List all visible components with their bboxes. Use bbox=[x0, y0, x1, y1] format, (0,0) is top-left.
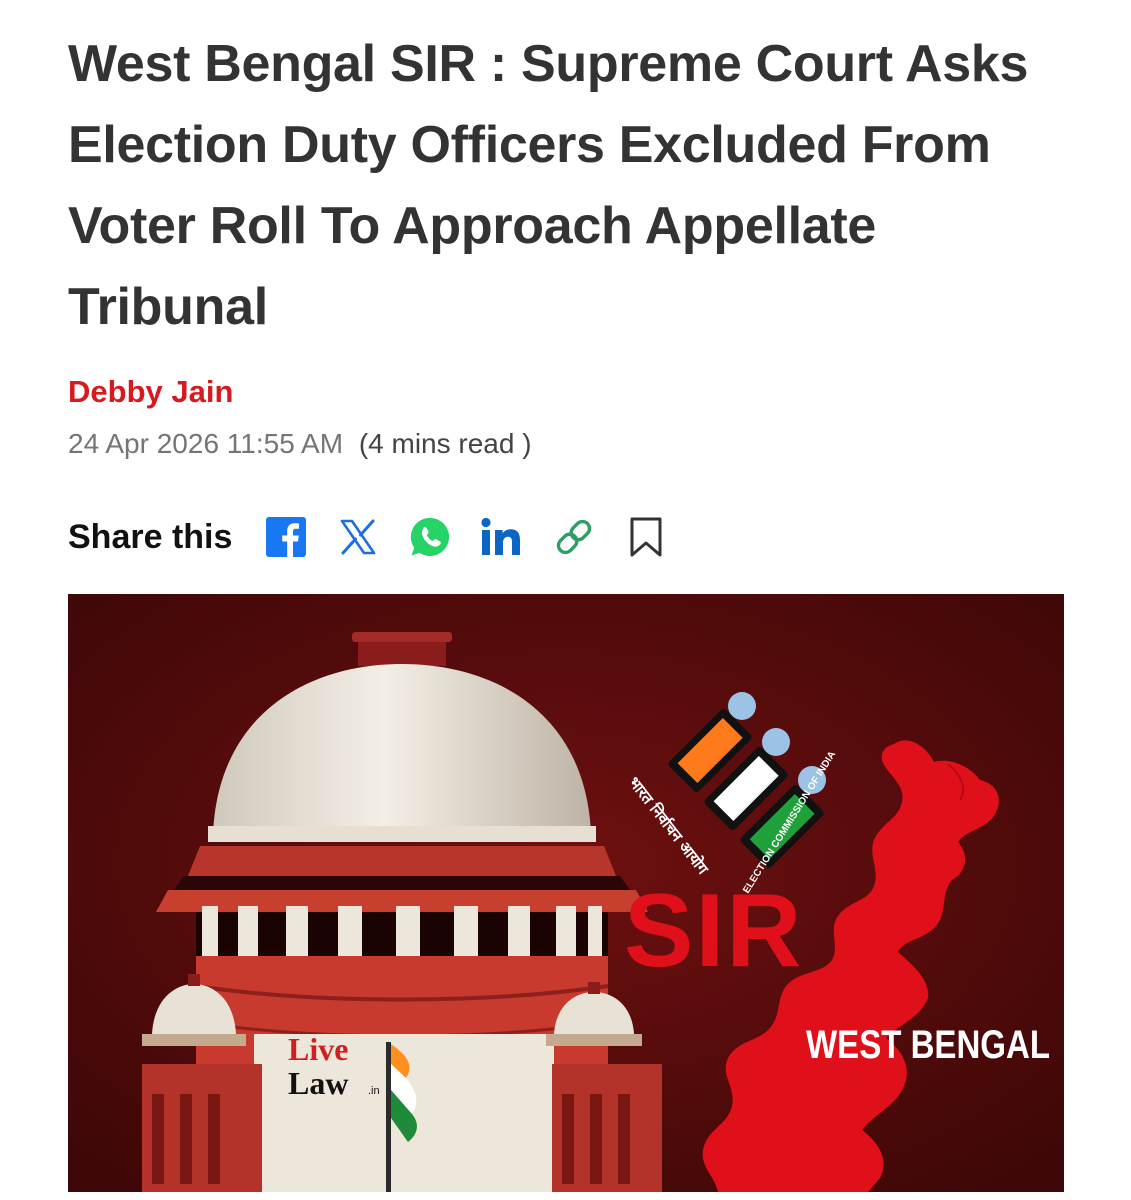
sir-text: SIR bbox=[624, 873, 803, 989]
svg-text:Live: Live bbox=[288, 1031, 348, 1067]
facebook-icon bbox=[266, 517, 307, 557]
article-meta: 24 Apr 2026 11:55 AM (4 mins read ) bbox=[68, 428, 532, 460]
hero-illustration: Live Law .in भारत निर्वाचन आयोग ELECTION… bbox=[68, 594, 1064, 1192]
bookmark-button[interactable] bbox=[624, 515, 668, 559]
facebook-share-button[interactable] bbox=[264, 515, 308, 559]
read-time: (4 mins read ) bbox=[358, 428, 532, 459]
publish-date: 24 Apr 2026 11:55 AM bbox=[68, 428, 344, 459]
article-headline: West Bengal SIR : Supreme Court Asks Ele… bbox=[68, 35, 1029, 336]
copy-link-button[interactable] bbox=[552, 515, 596, 559]
x-icon bbox=[341, 519, 376, 555]
bookmark-icon bbox=[630, 517, 662, 557]
linkedin-share-button[interactable] bbox=[480, 515, 524, 559]
svg-text:Law: Law bbox=[288, 1065, 348, 1101]
article-hero-image: Live Law .in भारत निर्वाचन आयोग ELECTION… bbox=[68, 594, 1064, 1192]
linkedin-icon bbox=[481, 517, 521, 555]
svg-text:.in: .in bbox=[368, 1085, 380, 1097]
whatsapp-icon bbox=[411, 517, 450, 556]
west-bengal-label: WEST BENGAL bbox=[806, 1023, 1050, 1067]
link-icon bbox=[557, 519, 592, 555]
x-share-button[interactable] bbox=[336, 515, 380, 559]
whatsapp-share-button[interactable] bbox=[408, 515, 452, 559]
author-name[interactable]: Debby Jain bbox=[68, 374, 233, 410]
share-label: Share this bbox=[68, 517, 233, 556]
share-bar: Share this bbox=[68, 508, 696, 566]
